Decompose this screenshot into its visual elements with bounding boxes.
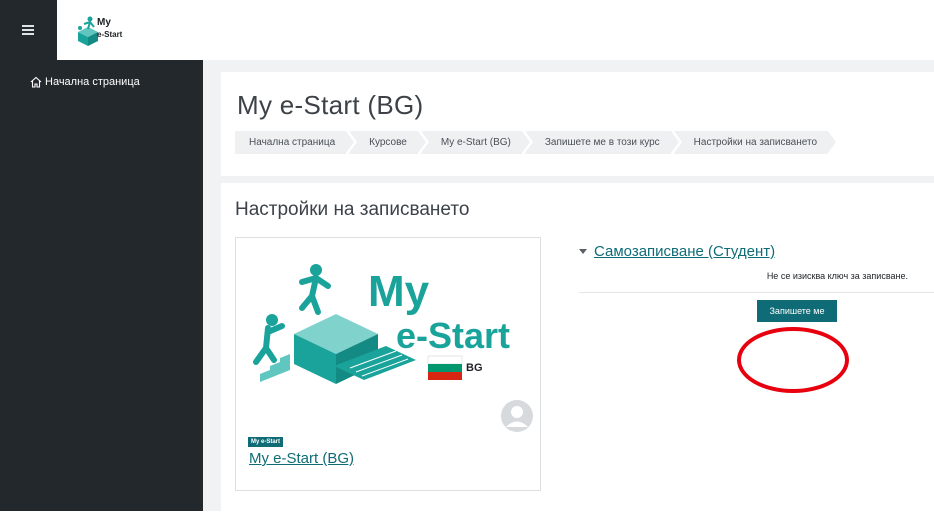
page-header: My e-Start (BG) Начална страница Курсове… <box>221 72 934 176</box>
red-circle-annotation <box>737 327 849 393</box>
logo-text-bottom: e-Start <box>97 30 123 39</box>
course-image-text-bottom: e-Start <box>396 315 510 356</box>
hamburger-menu-icon[interactable] <box>22 25 34 37</box>
site-logo[interactable]: My e-Start <box>72 10 142 50</box>
breadcrumb: Начална страница Курсове My e-Start (BG)… <box>235 131 840 154</box>
home-icon <box>30 76 42 88</box>
enrol-method-name[interactable]: Самозаписване (Студент) <box>594 243 775 260</box>
course-image-text-top: My <box>368 267 430 316</box>
enrol-key-note: Не се изисква ключ за записване. <box>766 271 908 281</box>
breadcrumb-item-course[interactable]: My e-Start (BG) <box>420 131 533 154</box>
flag-label: BG <box>466 362 483 374</box>
logo-text-top: My <box>97 17 111 28</box>
caret-down-icon[interactable] <box>579 249 587 254</box>
top-navbar: My e-Start <box>0 0 934 60</box>
sidebar-drawer: Начална страница <box>0 60 203 511</box>
flag-bg-icon <box>427 355 463 365</box>
breadcrumb-item-enrol-me[interactable]: Запишете ме в този курс <box>524 131 682 154</box>
course-name-link[interactable]: My e-Start (BG) <box>249 450 354 467</box>
page-title: My e-Start (BG) <box>237 90 424 120</box>
divider <box>579 292 934 293</box>
breadcrumb-item-enrolment-settings[interactable]: Настройки на записването <box>673 131 840 154</box>
section-title: Настройки на записването <box>235 199 470 220</box>
sidebar-item-home[interactable]: Начална страница <box>0 70 200 94</box>
enrol-method-toggle[interactable]: Самозаписване (Студент) <box>579 243 775 260</box>
avatar-icon <box>501 400 533 432</box>
self-enrolment-section: Самозаписване (Студент) Не се изисква кл… <box>579 237 934 347</box>
enrol-me-button[interactable]: Запишете ме <box>757 300 837 322</box>
breadcrumb-item-home[interactable]: Начална страница <box>235 131 358 154</box>
sidebar-item-label: Начална страница <box>45 76 140 88</box>
breadcrumb-item-courses[interactable]: Курсове <box>349 131 429 154</box>
course-category-badge: My e-Start <box>248 437 284 447</box>
drawer-toggle-area <box>0 0 57 60</box>
main-region: My e-Start (BG) Начална страница Курсове… <box>203 60 934 513</box>
course-summary-box: My e-Start BG My e-Start My e-Start (BG) <box>235 237 541 491</box>
course-image: My e-Start BG <box>253 264 510 384</box>
